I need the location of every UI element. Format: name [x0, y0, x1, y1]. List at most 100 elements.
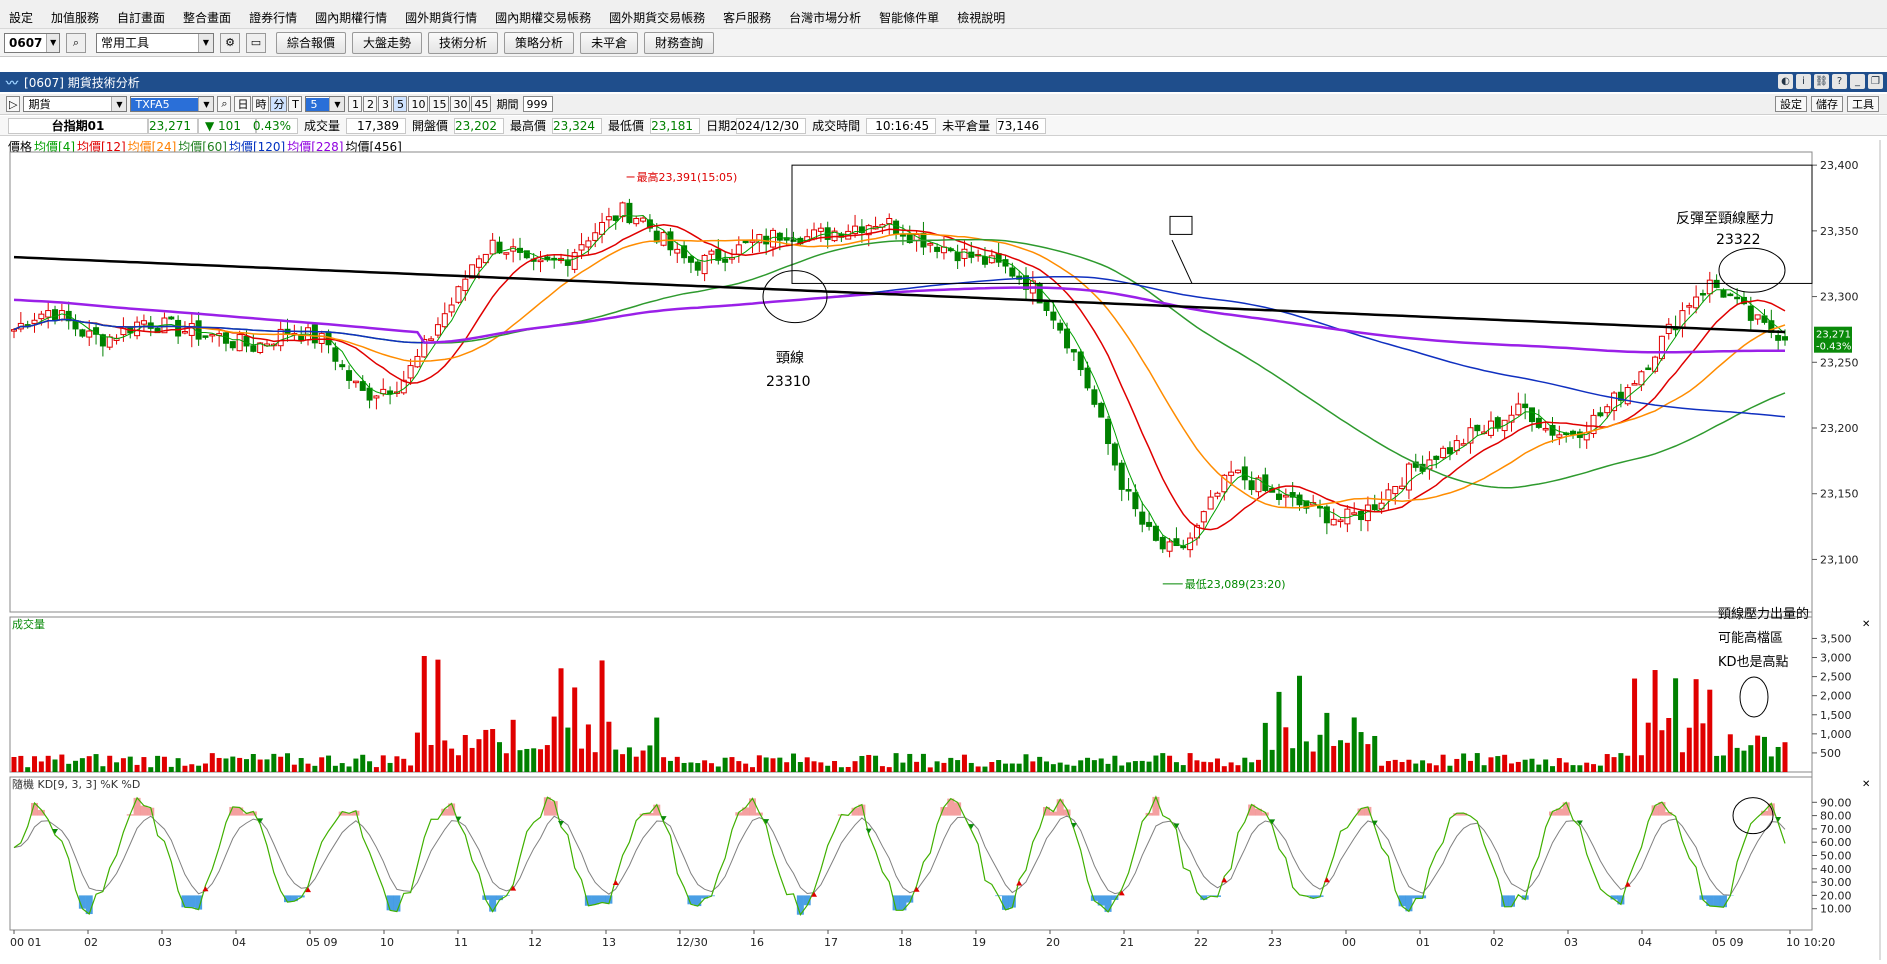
volume-bar — [496, 742, 502, 772]
candle-body — [1392, 485, 1399, 495]
candle-body — [626, 202, 633, 224]
candle-body — [1146, 521, 1153, 527]
volume-bar — [428, 744, 434, 772]
volume-bar — [524, 748, 530, 772]
price-tick-label: 23,400 — [1820, 159, 1859, 172]
time-tick-label: 17 — [824, 936, 838, 949]
time-tick-label: 21 — [1120, 936, 1134, 949]
volume-bar — [1365, 744, 1371, 772]
volume-bar — [1454, 758, 1460, 772]
candle-body — [332, 347, 339, 362]
volume-bar — [1556, 758, 1562, 772]
volume-bar — [565, 727, 571, 772]
candle-body — [1070, 349, 1077, 353]
volume-bar — [585, 724, 591, 772]
volume-bar — [1180, 765, 1186, 772]
candle-body — [72, 320, 79, 330]
candle-body — [1214, 492, 1221, 497]
volume-bar — [1413, 763, 1419, 772]
volume-bar — [1666, 717, 1672, 772]
volume-bar — [305, 763, 311, 772]
volume-bar — [797, 762, 803, 772]
candle-body — [1009, 267, 1016, 277]
candle-body — [428, 338, 435, 341]
candle-body — [106, 336, 113, 348]
volume-bar — [1351, 717, 1357, 772]
volume-bar — [674, 756, 680, 772]
time-tick-label: 19 — [972, 936, 986, 949]
candle-body — [995, 253, 1002, 263]
volume-bar — [1625, 755, 1631, 772]
volume-bar — [73, 760, 79, 772]
volume-bar — [25, 767, 31, 772]
volume-bar — [1611, 757, 1617, 772]
volume-bar — [435, 659, 441, 772]
volume-bar — [1426, 763, 1432, 772]
volume-bar — [339, 763, 345, 772]
volume-bar — [859, 755, 865, 772]
volume-bar — [1303, 741, 1309, 772]
last-price-pct: -0.43% — [1816, 342, 1851, 353]
volume-bar — [1235, 765, 1241, 772]
volume-bar — [1016, 763, 1022, 772]
time-tick-label: 16 — [750, 936, 764, 949]
candle-body — [181, 331, 188, 334]
volume-bar — [462, 734, 468, 772]
time-tick-label: 12 — [528, 936, 542, 949]
volume-panel — [9, 616, 1813, 773]
volume-bar — [1570, 765, 1576, 772]
volume-bar — [1495, 756, 1501, 772]
candle-body — [605, 216, 612, 221]
volume-bar — [1372, 735, 1378, 772]
volume-bar — [380, 755, 386, 772]
candle-body — [1200, 511, 1207, 523]
volume-bar — [1638, 755, 1644, 772]
volume-bar — [298, 758, 304, 772]
kd-tick-label: 70.00 — [1820, 823, 1852, 836]
candle-body — [209, 333, 216, 337]
candle-body — [195, 320, 202, 340]
volume-bar — [250, 754, 256, 772]
volume-bar — [1597, 765, 1603, 772]
candle-body — [708, 250, 715, 255]
volume-bar — [1132, 761, 1138, 772]
volume-bar — [763, 757, 769, 772]
volume-bar — [223, 758, 229, 772]
volume-tick-label: 500 — [1820, 747, 1841, 760]
time-tick-label: 10 10:20 — [1786, 936, 1835, 949]
candle-body — [1241, 466, 1248, 481]
candle-body — [38, 313, 45, 320]
technical-chart[interactable]: 23,100 23,150 23,200 23,250 23,300 23,350 23,4… — [0, 0, 1887, 964]
candle-body — [599, 221, 606, 235]
time-tick-label: 18 — [898, 936, 912, 949]
volume-bar — [756, 755, 762, 772]
volume-bar — [1009, 763, 1015, 772]
volume-bar — [1761, 736, 1767, 772]
candle-body — [52, 309, 59, 321]
volume-bar — [278, 756, 284, 772]
price-tick-label: 23,150 — [1820, 488, 1859, 501]
candle-body — [1652, 356, 1659, 372]
volume-bar — [866, 754, 872, 772]
candle-body — [1228, 471, 1235, 476]
kd-buy-marker — [1221, 877, 1228, 883]
candle-body — [1084, 367, 1091, 389]
volume-bar — [1734, 747, 1740, 772]
volume-bar — [667, 760, 673, 772]
kd-oversold-fill — [188, 895, 196, 908]
volume-bar — [1720, 755, 1726, 772]
candle-body — [434, 324, 441, 336]
kd-oversold-fill — [495, 895, 503, 901]
candle-body — [571, 252, 578, 270]
volume-bar — [257, 759, 263, 772]
volume-bars — [11, 655, 1788, 772]
volume-bar — [517, 750, 523, 772]
volume-bar — [1741, 750, 1747, 772]
volume-bar — [1659, 730, 1665, 772]
volume-bar — [1208, 762, 1214, 772]
candle-body — [1604, 406, 1611, 414]
candle-body — [455, 286, 462, 303]
time-tick-label: 04 — [232, 936, 246, 949]
volume-bar — [1214, 758, 1220, 772]
volume-bar — [934, 761, 940, 772]
